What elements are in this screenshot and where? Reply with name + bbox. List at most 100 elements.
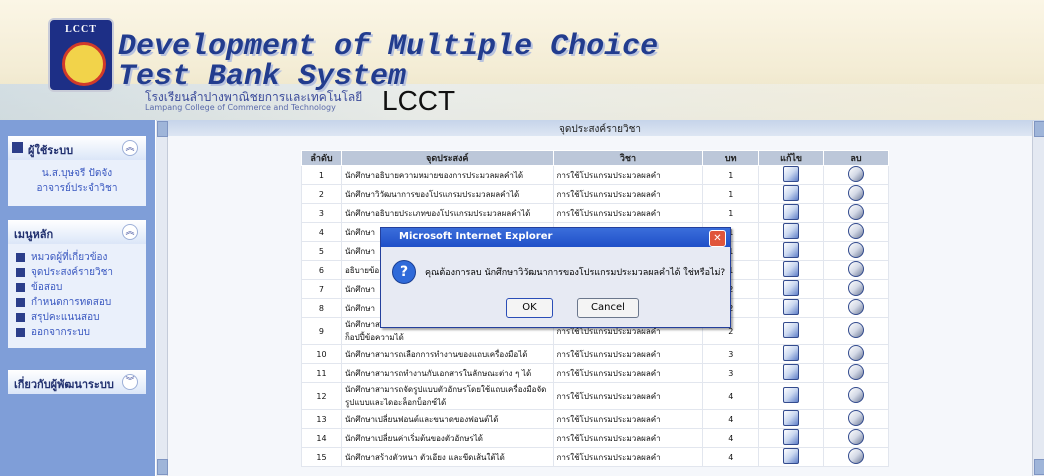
edit-icon[interactable] bbox=[783, 204, 800, 220]
table-row: 10 นักศึกษาสามารถเลือกการทำงานของแถบเครื่… bbox=[301, 344, 889, 364]
menu-bullet-icon bbox=[16, 253, 25, 262]
row-number: 12 bbox=[301, 382, 342, 410]
row-delete-cell bbox=[823, 184, 889, 204]
row-delete-cell bbox=[823, 279, 889, 299]
delete-icon[interactable] bbox=[848, 387, 865, 403]
row-subject: การใช้โปรแกรมประมวลผลคำ bbox=[552, 382, 704, 410]
menu-item-exams[interactable]: ข้อสอบ bbox=[16, 280, 138, 295]
menu-bullet-icon bbox=[16, 268, 25, 277]
logo-seal-icon bbox=[62, 42, 106, 86]
row-objective: นักศึกษาวิวัฒนาการของโปรแกรมประมวลผลคำได… bbox=[340, 184, 554, 204]
delete-icon[interactable] bbox=[848, 364, 865, 380]
row-edit-cell bbox=[758, 447, 825, 467]
delete-icon[interactable] bbox=[848, 429, 865, 445]
expand-icon[interactable]: ︾ bbox=[122, 374, 138, 390]
row-edit-cell bbox=[758, 222, 825, 242]
column-header: ลบ bbox=[823, 150, 889, 166]
delete-icon[interactable] bbox=[848, 185, 865, 201]
edit-icon[interactable] bbox=[783, 242, 800, 258]
menu-bullet-icon bbox=[16, 298, 25, 307]
menu-item-score-summary[interactable]: สรุปคะแนนสอบ bbox=[16, 310, 138, 325]
school-name-english: Lampang College of Commerce and Technolo… bbox=[145, 103, 336, 112]
menu-item-logout[interactable]: ออกจากระบบ bbox=[16, 325, 138, 340]
collapse-icon[interactable]: ︽ bbox=[122, 224, 138, 240]
scroll-thumb[interactable] bbox=[1034, 121, 1044, 137]
menu-item-objectives[interactable]: จุดประสงค์รายวิชา bbox=[16, 265, 138, 280]
row-objective: นักศึกษาอธิบายความหมายของการประมวลผลคำได… bbox=[340, 165, 554, 185]
delete-icon[interactable] bbox=[848, 204, 865, 220]
left-scrollbar[interactable] bbox=[156, 121, 168, 476]
edit-icon[interactable] bbox=[783, 345, 800, 361]
scroll-thumb[interactable] bbox=[157, 121, 168, 137]
delete-icon[interactable] bbox=[848, 322, 865, 338]
close-icon[interactable]: ✕ bbox=[709, 230, 726, 247]
edit-icon[interactable] bbox=[783, 448, 800, 464]
column-header: บท bbox=[702, 150, 760, 166]
user-panel: ผู้ใช้ระบบ ︽ น.ส.บุษจรี ปัตจัง อาจารย์ปร… bbox=[8, 136, 146, 206]
row-edit-cell bbox=[758, 317, 825, 345]
row-objective: นักศึกษาเปลี่ยนฟอนต์และขนาดของฟอนต์ได้ bbox=[340, 409, 554, 429]
row-delete-cell bbox=[823, 344, 889, 364]
row-number: 10 bbox=[301, 344, 342, 364]
row-edit-cell bbox=[758, 344, 825, 364]
row-objective: นักศึกษาสามารถเลือกการทำงานของแถบเครื่อง… bbox=[340, 344, 554, 364]
scroll-thumb[interactable] bbox=[157, 459, 168, 475]
delete-icon[interactable] bbox=[848, 299, 865, 315]
row-number: 2 bbox=[301, 184, 342, 204]
table-row: 12 นักศึกษาสามารถจัดรูปแบบตัวอักษรโดยใช้แ… bbox=[301, 382, 889, 410]
delete-icon[interactable] bbox=[848, 261, 865, 277]
menu-bullet-icon bbox=[16, 283, 25, 292]
table-header-row: ลำดับ จุดประสงค์ วิชา บท แก้ไข ลบ bbox=[301, 150, 889, 166]
row-delete-cell bbox=[823, 241, 889, 261]
edit-icon[interactable] bbox=[783, 429, 800, 445]
right-scrollbar[interactable] bbox=[1032, 121, 1044, 476]
main-menu-header[interactable]: เมนูหลัก ︽ bbox=[8, 220, 146, 244]
row-edit-cell bbox=[758, 382, 825, 410]
row-objective: นักศึกษาเปลี่ยนค่าเริ่มต้นของตัวอักษรได้ bbox=[340, 428, 554, 448]
delete-icon[interactable] bbox=[848, 345, 865, 361]
delete-icon[interactable] bbox=[848, 166, 865, 182]
table-row: 1 นักศึกษาอธิบายความหมายของการประมวลผลคำไ… bbox=[301, 165, 889, 185]
delete-icon[interactable] bbox=[848, 242, 865, 258]
question-icon: ? bbox=[392, 260, 416, 284]
collapse-icon[interactable]: ︽ bbox=[122, 140, 138, 156]
column-header: ลำดับ bbox=[301, 150, 342, 166]
dialog-title: Microsoft Internet Explorer bbox=[399, 231, 553, 242]
delete-icon[interactable] bbox=[848, 448, 865, 464]
edit-icon[interactable] bbox=[783, 410, 800, 426]
table-row: 14 นักศึกษาเปลี่ยนค่าเริ่มต้นของตัวอักษรไ… bbox=[301, 428, 889, 448]
content-header: จุดประสงค์รายวิชา bbox=[156, 120, 1044, 136]
dialog-titlebar[interactable]: Microsoft Internet Explorer ✕ bbox=[381, 228, 730, 247]
row-edit-cell bbox=[758, 241, 825, 261]
edit-icon[interactable] bbox=[783, 280, 800, 296]
developer-panel-header[interactable]: เกี่ยวกับผู้พัฒนาระบบ ︾ bbox=[8, 370, 146, 394]
edit-icon[interactable] bbox=[783, 261, 800, 277]
delete-icon[interactable] bbox=[848, 223, 865, 239]
edit-icon[interactable] bbox=[783, 223, 800, 239]
row-subject: การใช้โปรแกรมประมวลผลคำ bbox=[552, 165, 704, 185]
user-panel-header[interactable]: ผู้ใช้ระบบ ︽ bbox=[8, 136, 146, 160]
scroll-thumb[interactable] bbox=[1034, 459, 1044, 475]
cancel-button[interactable]: Cancel bbox=[577, 298, 639, 318]
delete-icon[interactable] bbox=[848, 410, 865, 426]
edit-icon[interactable] bbox=[783, 322, 800, 338]
edit-icon[interactable] bbox=[783, 166, 800, 182]
row-objective: นักศึกษาสามารถทำงานกับเอกสารในลักษณะต่าง… bbox=[340, 363, 554, 383]
row-edit-cell bbox=[758, 184, 825, 204]
row-number: 15 bbox=[301, 447, 342, 467]
menu-item-related-users[interactable]: หมวดผู้ที่เกี่ยวข้อง bbox=[16, 250, 138, 265]
edit-icon[interactable] bbox=[783, 364, 800, 380]
menu-item-schedule[interactable]: กำหนดการทดสอบ bbox=[16, 295, 138, 310]
edit-icon[interactable] bbox=[783, 299, 800, 315]
row-chapter: 4 bbox=[702, 428, 760, 448]
row-subject: การใช้โปรแกรมประมวลผลคำ bbox=[552, 428, 704, 448]
menu-bullet-icon bbox=[16, 328, 25, 337]
row-delete-cell bbox=[823, 409, 889, 429]
edit-icon[interactable] bbox=[783, 185, 800, 201]
table-row: 2 นักศึกษาวิวัฒนาการของโปรแกรมประมวลผลคำไ… bbox=[301, 184, 889, 204]
delete-icon[interactable] bbox=[848, 280, 865, 296]
edit-icon[interactable] bbox=[783, 387, 800, 403]
header-banner: LCCT Development of Multiple Choice Test… bbox=[0, 0, 1044, 120]
row-subject: การใช้โปรแกรมประมวลผลคำ bbox=[552, 344, 704, 364]
ok-button[interactable]: OK bbox=[506, 298, 553, 318]
